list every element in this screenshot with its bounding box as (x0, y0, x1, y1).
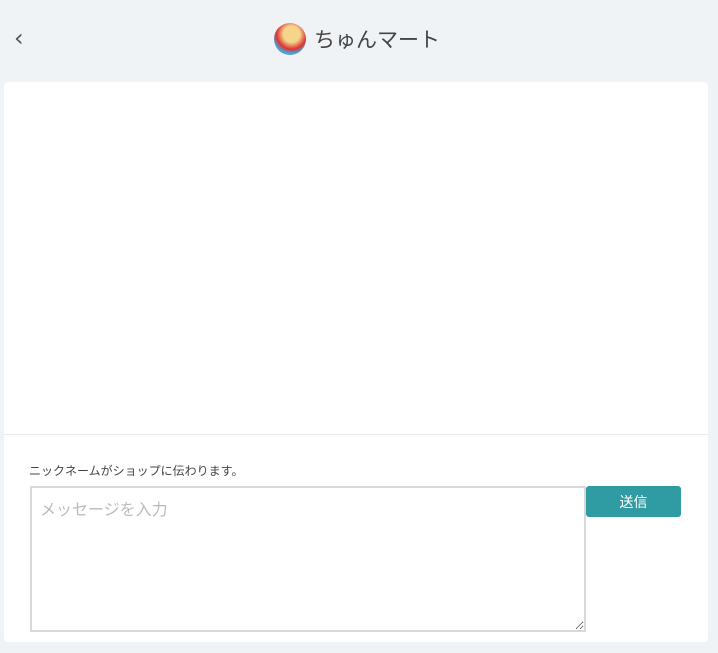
nickname-note: ニックネームがショップに伝わります。 (29, 464, 244, 478)
avatar (274, 23, 306, 55)
chat-panel: ニックネームがショップに伝わります。 送信 (4, 82, 708, 642)
shop-name: ちゅんマート (314, 28, 440, 52)
header: ‹ ちゅんマート (0, 0, 718, 80)
shop-title: ちゅんマート (274, 23, 440, 55)
divider (4, 434, 708, 435)
chevron-left-icon[interactable]: ‹ (14, 24, 24, 52)
message-input[interactable] (30, 486, 586, 632)
send-button[interactable]: 送信 (586, 486, 681, 517)
